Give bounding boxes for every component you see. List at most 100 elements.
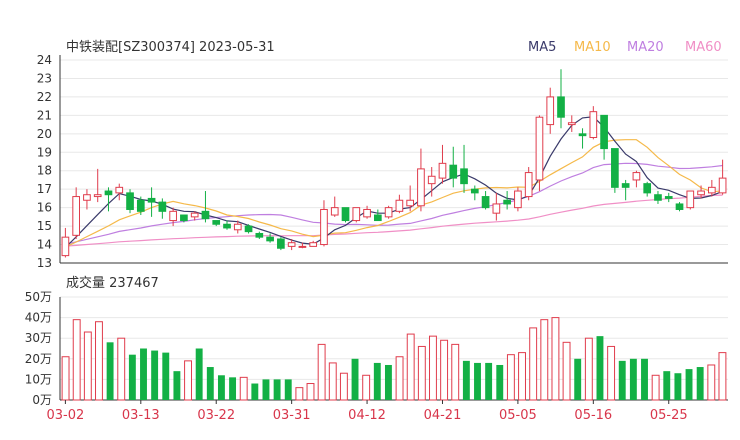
candle-body bbox=[136, 199, 145, 212]
candle-body bbox=[277, 238, 285, 249]
volume-bar bbox=[373, 362, 381, 400]
candle-body bbox=[212, 220, 221, 225]
candle-body bbox=[158, 201, 167, 212]
candle-body bbox=[707, 186, 716, 194]
candle-body bbox=[438, 162, 447, 179]
candle-body bbox=[169, 210, 177, 222]
candle-body bbox=[93, 194, 102, 198]
volume-bar bbox=[128, 354, 136, 400]
price-tick-label: 16 bbox=[37, 201, 52, 215]
volume-bar bbox=[440, 339, 449, 401]
candle-body bbox=[557, 96, 565, 118]
volume-bar bbox=[518, 352, 526, 401]
candle-body bbox=[697, 190, 705, 196]
volume-grid bbox=[59, 296, 728, 401]
volume-bar bbox=[162, 352, 170, 400]
price-tick-label: 21 bbox=[37, 108, 52, 122]
candle-body bbox=[632, 172, 641, 181]
moving-average-lines bbox=[64, 116, 723, 248]
candle-body bbox=[664, 196, 673, 199]
candle-body bbox=[309, 242, 318, 247]
ma5-line bbox=[64, 116, 723, 248]
candle-body bbox=[718, 177, 727, 194]
candle-body bbox=[600, 114, 608, 150]
volume-bar bbox=[328, 362, 337, 401]
candle-body bbox=[72, 196, 81, 236]
price-tick-label: 24 bbox=[37, 53, 52, 67]
candle-body bbox=[201, 210, 210, 220]
volume-bar bbox=[429, 335, 437, 401]
volume-title: 成交量 237467 bbox=[66, 275, 159, 291]
candle-body bbox=[320, 208, 328, 246]
volume-bar bbox=[618, 360, 626, 400]
volume-bar bbox=[151, 350, 159, 400]
volume-bar bbox=[83, 331, 92, 401]
candle-body bbox=[373, 214, 382, 222]
volume-bar bbox=[451, 343, 460, 401]
volume-tick-label: 40万 bbox=[25, 311, 52, 325]
candle-body bbox=[266, 236, 274, 242]
volume-tick-label: 10万 bbox=[25, 372, 52, 386]
volume-bar bbox=[284, 379, 292, 400]
volume-bar bbox=[417, 345, 426, 401]
candle-body bbox=[287, 242, 296, 247]
volume-bar bbox=[540, 319, 549, 401]
price-tick-label: 14 bbox=[37, 238, 52, 252]
candle-body bbox=[363, 208, 371, 218]
volume-bar bbox=[474, 362, 481, 400]
date-axis-labels: 03-02 03-13 03-22 03-31 04-12 04-21 05-05 05-16… bbox=[46, 400, 688, 423]
volume-bar bbox=[140, 348, 147, 400]
date-tick-label: 05-16 bbox=[574, 408, 612, 423]
price-tick-label: 22 bbox=[37, 90, 52, 104]
volume-bar bbox=[317, 343, 326, 401]
price-tick-label: 20 bbox=[37, 127, 52, 141]
volume-bar bbox=[529, 327, 538, 401]
candle-body bbox=[395, 199, 404, 212]
date-tick-label: 05-05 bbox=[499, 408, 537, 423]
candle-body bbox=[503, 199, 511, 205]
price-tick-label: 15 bbox=[37, 219, 52, 233]
price-tick-label: 19 bbox=[37, 145, 52, 159]
volume-bar bbox=[173, 371, 181, 400]
volume-bar bbox=[195, 348, 203, 400]
volume-bar bbox=[562, 341, 571, 401]
volume-tick-label: 50万 bbox=[25, 290, 52, 304]
volume-bar bbox=[384, 364, 392, 400]
candle-body bbox=[61, 236, 70, 257]
candle-body bbox=[481, 196, 490, 209]
volume-bar bbox=[607, 345, 616, 401]
candle-body bbox=[233, 223, 242, 231]
volume-bar bbox=[718, 352, 727, 401]
candle-body bbox=[460, 168, 468, 185]
candle-body bbox=[643, 183, 652, 194]
volume-bar bbox=[239, 376, 248, 401]
candle-body bbox=[578, 133, 587, 137]
volume-bar bbox=[506, 354, 515, 401]
volume-bar bbox=[462, 360, 470, 400]
price-tick-label: 17 bbox=[37, 182, 52, 196]
volume-bar bbox=[106, 342, 114, 400]
volume-bar bbox=[674, 373, 682, 400]
candle-body bbox=[341, 207, 350, 222]
stock-chart: 中铁装配[SZ300374] 2023-05-31 MA5 MA10 MA20 … bbox=[25, 40, 728, 423]
volume-bar bbox=[206, 367, 214, 400]
volume-bar bbox=[351, 358, 359, 400]
candle-body bbox=[115, 186, 124, 194]
volume-bar bbox=[295, 387, 304, 401]
legend-ma5: MA5 bbox=[528, 40, 556, 55]
candle-body bbox=[492, 203, 501, 214]
volume-bar bbox=[217, 375, 225, 400]
candle-body bbox=[449, 164, 458, 179]
volume-bar bbox=[306, 383, 315, 401]
volume-bar bbox=[117, 337, 126, 401]
volume-bar bbox=[685, 369, 693, 400]
legend-ma20: MA20 bbox=[627, 40, 664, 55]
date-tick-label: 03-31 bbox=[273, 408, 311, 423]
date-tick-label: 03-13 bbox=[122, 408, 160, 423]
volume-bar bbox=[696, 367, 704, 400]
candle-body bbox=[427, 175, 436, 185]
volume-bar bbox=[551, 317, 560, 401]
candle-body bbox=[514, 190, 522, 209]
date-tick-label: 03-02 bbox=[46, 408, 84, 423]
volume-bar bbox=[95, 321, 103, 401]
